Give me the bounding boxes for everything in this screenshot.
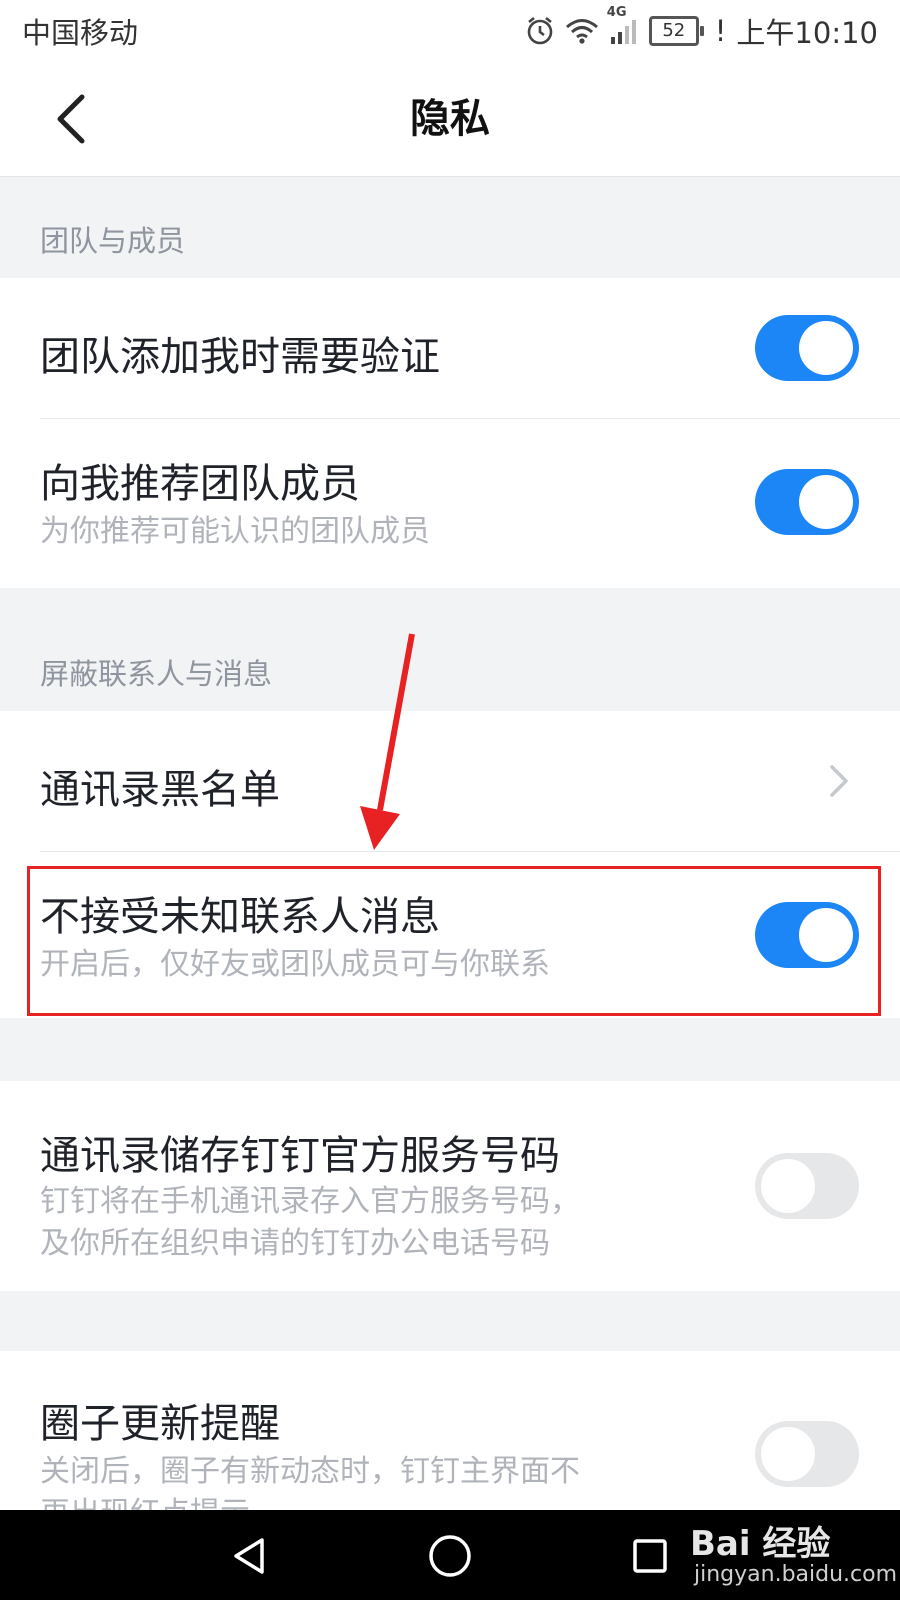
network-label: 4G [606,5,627,20]
watermark-brand: Bai 经验 [690,1524,831,1564]
alarm-icon [525,16,555,46]
setting-title: 不接受未知联系人消息 [40,894,440,940]
setting-subtitle-line-1: 钉钉将在手机通讯录存入官方服务号码， [40,1184,580,1219]
setting-subtitle-line-2: 再出现红点提示 [40,1493,250,1510]
setting-title: 团队添加我时需要验证 [40,334,440,380]
clock-time: 上午10:10 [736,16,878,50]
system-recents-button[interactable] [622,1528,678,1584]
toggle-knob [799,908,853,962]
watermark-url: jingyan.baidu.com [694,1562,898,1587]
setting-row-team-verification[interactable]: 团队添加我时需要验证 [0,278,900,418]
toggle-knob [761,1427,815,1481]
setting-row-unknown-contacts[interactable]: 不接受未知联系人消息 开启后，仅好友或团队成员可与你联系 [0,852,900,1018]
toggle-knob [799,475,853,529]
back-triangle-icon [234,1538,264,1574]
setting-title: 通讯录储存钉钉官方服务号码 [40,1133,560,1179]
official-numbers-toggle[interactable] [755,1153,859,1219]
circle-updates-toggle[interactable] [755,1421,859,1487]
setting-row-official-numbers[interactable]: 通讯录储存钉钉官方服务号码 钉钉将在手机通讯录存入官方服务号码， 及你所在组织申… [0,1081,900,1291]
system-back-button[interactable] [222,1528,278,1584]
setting-title: 通讯录黑名单 [40,767,280,813]
annotation-arrow-icon [360,633,415,850]
unknown-contacts-toggle[interactable] [755,902,859,968]
setting-row-contacts-blacklist[interactable]: 通讯录黑名单 [0,711,900,851]
home-circle-icon [429,1535,471,1577]
section-header-block: 屏蔽联系人与消息 [40,657,273,691]
wifi-icon [565,17,599,45]
alert-mark: ! [714,14,727,48]
baidu-jingyan-watermark: Bai 经验 jingyan.baidu.com [690,1516,897,1596]
settings-group-block: 通讯录黑名单 不接受未知联系人消息 开启后，仅好友或团队成员可与你联系 [0,711,900,1018]
setting-subtitle-line-1: 关闭后，圈子有新动态时，钉钉主界面不 [40,1454,580,1489]
carrier-label: 中国移动 [22,16,139,50]
chevron-right-icon [830,765,848,797]
recommend-members-toggle[interactable] [755,469,859,535]
setting-title: 圈子更新提醒 [40,1401,280,1447]
setting-row-recommend-members[interactable]: 向我推荐团队成员 为你推荐可能认识的团队成员 [0,419,900,588]
signal-icon: 4G [607,5,639,45]
page-title: 隐私 [410,96,490,142]
section-header-team: 团队与成员 [40,224,186,258]
toggle-knob [799,321,853,375]
system-home-button[interactable] [422,1528,478,1584]
settings-group-team: 团队添加我时需要验证 向我推荐团队成员 为你推荐可能认识的团队成员 [0,278,900,588]
setting-subtitle: 为你推荐可能认识的团队成员 [40,514,430,549]
setting-row-circle-updates[interactable]: 圈子更新提醒 关闭后，圈子有新动态时，钉钉主界面不 再出现红点提示 [0,1351,900,1510]
navigation-bar: 隐私 [0,62,900,177]
recents-square-icon [633,1539,667,1573]
setting-subtitle: 开启后，仅好友或团队成员可与你联系 [40,947,550,982]
battery-icon: 52 [648,16,704,46]
setting-title: 向我推荐团队成员 [40,461,360,507]
team-verification-toggle[interactable] [755,315,859,381]
status-bar: 中国移动 4G 52 ! 上午10:10 [0,0,900,62]
setting-subtitle-line-2: 及你所在组织申请的钉钉办公电话号码 [40,1226,550,1261]
status-icons: 4G 52 ! 上午10:10 [525,5,878,52]
toggle-knob [761,1159,815,1213]
